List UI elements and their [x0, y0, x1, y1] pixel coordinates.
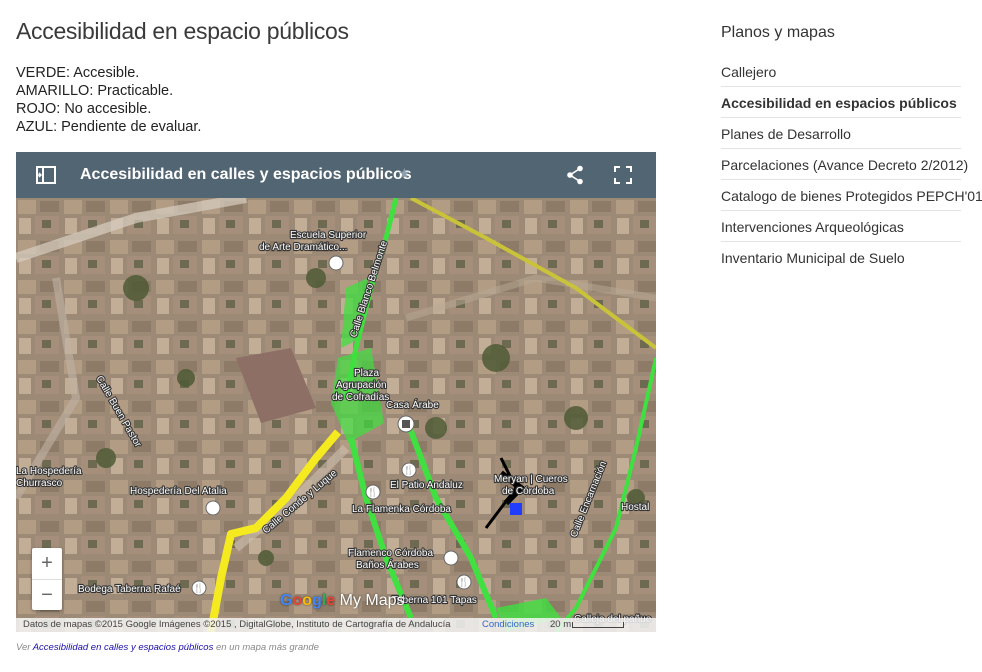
sidebar-item-catalogo[interactable]: Catalogo de bienes Protegidos PEPCH'01	[721, 180, 982, 211]
svg-text:🍴: 🍴	[193, 582, 204, 594]
scale-label: 20 m	[550, 619, 572, 630]
brand-mymaps: My Maps	[339, 592, 405, 609]
label-flamenco-1: Flamenco Córdoba	[348, 548, 433, 559]
svg-text:🍴: 🍴	[367, 486, 378, 498]
zoom-controls: + −	[32, 548, 62, 610]
label-meryan-1: Meryan | Cueros	[494, 474, 568, 485]
label-patio-andaluz: El Patio Andaluz	[390, 480, 463, 491]
attribution-text: Datos de mapas ©2015 Google Imágenes ©20…	[23, 619, 451, 630]
sidebar-item-intervenciones[interactable]: Intervenciones Arqueológicas	[721, 211, 961, 242]
sidebar-item-planes[interactable]: Planes de Desarrollo	[721, 118, 961, 149]
share-icon[interactable]	[566, 165, 584, 185]
page-title: Accesibilidad en espacio públicos	[16, 18, 349, 44]
label-hospederia-2: Churrasco	[16, 478, 63, 489]
label-escuela-2: de Arte Dramático...	[259, 242, 347, 253]
label-flamenco-2: Baños Árabes	[356, 558, 419, 571]
brand-o2: o	[302, 592, 313, 609]
brand-e: e	[326, 592, 336, 609]
zoom-in-button[interactable]: +	[32, 548, 62, 580]
label-plaza-3: de Cofradías	[332, 392, 389, 403]
map-header: Accesibilidad en calles y espacios públi…	[16, 152, 656, 198]
google-mymaps-logo: Google My Maps	[280, 592, 405, 610]
sidebar-toggle-icon[interactable]	[36, 166, 56, 184]
label-hostal: Hostal	[621, 502, 649, 513]
brand-g: G	[280, 592, 293, 609]
sidebar-item-callejero[interactable]: Callejero	[721, 56, 961, 87]
sidebar-title: Planos y mapas	[721, 24, 835, 41]
label-meryan-2: de Córdoba	[502, 486, 555, 497]
label-hospederia-atalia: Hospedería Del Atalia	[130, 486, 227, 497]
svg-text:🍴: 🍴	[458, 576, 469, 588]
scale-bar	[572, 622, 624, 628]
zoom-out-button[interactable]: −	[32, 580, 62, 611]
map-caption: Ver Accesibilidad en calles y espacios p…	[16, 642, 319, 653]
label-plaza-2: Agrupación	[336, 380, 387, 391]
legend-red: ROJO: No accesible.	[16, 101, 152, 117]
satellite-map[interactable]: 🍴 🍴 🍴 🍴 Escuela Superior de Arte Dramático.…	[16, 198, 656, 632]
label-plaza-1: Plaza	[354, 368, 379, 379]
fullscreen-icon[interactable]	[614, 166, 632, 184]
caption-suffix: en un mapa más grande	[213, 642, 319, 653]
legend-yellow: AMARILLO: Practicable.	[16, 83, 174, 99]
legend-blue: AZUL: Pendiente de evaluar.	[16, 119, 202, 135]
embedded-map[interactable]: Accesibilidad en calles y espacios públi…	[16, 152, 656, 632]
brand-o1: o	[292, 592, 303, 609]
label-escuela-1: Escuela Superior	[290, 230, 367, 241]
caption-prefix: Ver	[16, 642, 33, 653]
svg-text:🍴: 🍴	[403, 464, 414, 476]
label-bodega: Bodega Taberna Rafaé	[78, 584, 181, 595]
sidebar-item-accesibilidad[interactable]: Accesibilidad en espacios públicos	[721, 87, 961, 118]
terms-link[interactable]: Condiciones	[482, 618, 534, 632]
map-attribution: Datos de mapas ©2015 Google Imágenes ©20…	[16, 618, 656, 632]
brand-g2: g	[312, 592, 322, 609]
map-title[interactable]: Accesibilidad en calles y espacios públi…	[80, 166, 412, 184]
sidebar-item-inventario[interactable]: Inventario Municipal de Suelo	[721, 242, 961, 272]
color-legend: VERDE: Accesible. AMARILLO: Practicable.…	[16, 64, 201, 136]
label-flamenka: La Flamenka Córdoba	[352, 504, 451, 515]
legend-green: VERDE: Accesible.	[16, 65, 140, 81]
sidebar-item-parcelaciones[interactable]: Parcelaciones (Avance Decreto 2/2012)	[721, 149, 968, 180]
star-icon[interactable]: ★	[398, 165, 411, 182]
sidebar-nav: Callejero Accesibilidad en espacios públ…	[721, 56, 982, 272]
caption-link[interactable]: Accesibilidad en calles y espacios públi…	[33, 642, 214, 653]
label-casa-arabe: Casa Árabe	[386, 398, 439, 411]
label-hospederia-1: La Hospedería	[16, 466, 82, 477]
